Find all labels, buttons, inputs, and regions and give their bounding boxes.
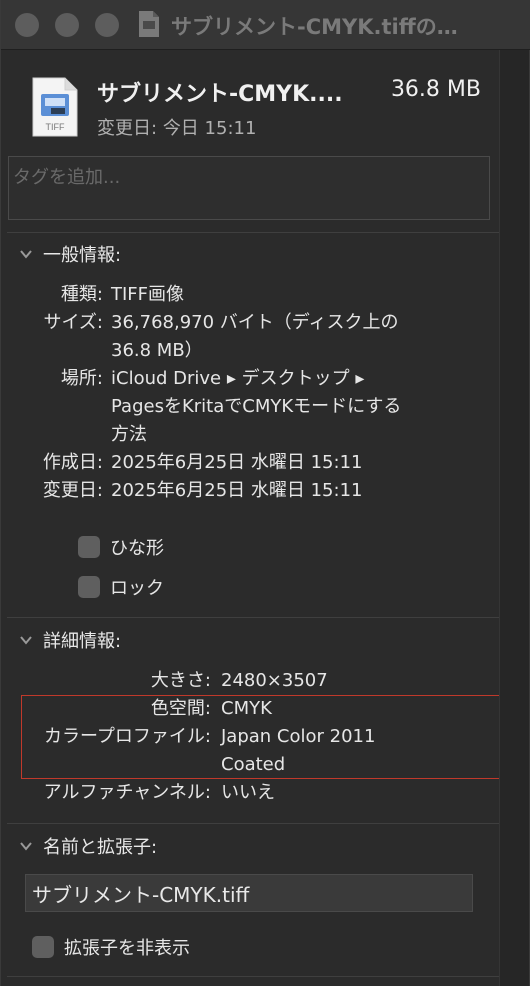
file-name-input-value: サブリメント-CMYK.tiff (32, 883, 250, 907)
header-modified-label: 変更日: (97, 118, 158, 139)
where-label: 場所: (60, 368, 103, 389)
general-section-title: 一般情報: (43, 245, 122, 266)
dimensions-label: 大きさ: (150, 670, 211, 691)
size-label: サイズ: (43, 312, 103, 333)
chevron-down-icon (20, 636, 32, 645)
general-section-toggle[interactable]: 一般情報: (19, 241, 121, 267)
minimize-window-button[interactable] (55, 13, 79, 37)
tags-input[interactable]: タグを追加... (8, 156, 490, 220)
stationery-checkbox[interactable] (78, 536, 100, 558)
kind-value: TIFF画像 (111, 284, 185, 305)
info-window: サブリメント-CMYK.tiffの… TIFF サブリメント-CMYK.... … (0, 0, 530, 986)
zoom-window-button[interactable] (95, 13, 119, 37)
title-bar[interactable]: サブリメント-CMYK.tiffの… (1, 0, 530, 50)
divider (7, 976, 499, 977)
alpha-value: いいえ (221, 782, 275, 803)
name-ext-section-toggle[interactable]: 名前と拡張子: (19, 833, 157, 859)
where-value-line1: iCloud Drive ▸ デスクトップ ▸ (111, 368, 365, 389)
hide-extension-checkbox-row[interactable]: 拡張子を非表示 (32, 934, 190, 960)
more-info-section-title: 詳細情報: (43, 631, 122, 652)
modified-label: 変更日: (42, 480, 103, 501)
name-ext-section-title: 名前と拡張子: (43, 837, 158, 858)
hide-extension-checkbox[interactable] (32, 936, 54, 958)
where-value-line3: 方法 (111, 424, 147, 445)
file-name-input[interactable]: サブリメント-CMYK.tiff (25, 874, 473, 912)
locked-checkbox[interactable] (78, 576, 100, 598)
divider (7, 617, 499, 618)
size-value-line2: 36.8 MB） (111, 340, 203, 361)
modified-value: 2025年6月25日 水曜日 15:11 (111, 480, 363, 501)
header-modified: 変更日: 今日 15:11 (97, 114, 256, 140)
where-value-line2: PagesをKritaでCMYKモードにする (111, 396, 402, 417)
file-size-heading: 36.8 MB (390, 77, 481, 102)
chevron-down-icon (20, 250, 32, 259)
tiff-file-icon: TIFF (32, 77, 78, 137)
kind-label: 種類: (60, 284, 103, 305)
window-title: サブリメント-CMYK.tiffの… (171, 15, 458, 39)
alpha-label: アルファチャンネル: (43, 782, 211, 803)
tiff-icon-caption: TIFF (46, 122, 65, 132)
locked-label: ロック (110, 578, 164, 599)
file-name-heading: サブリメント-CMYK.... (97, 82, 343, 107)
more-info-section-toggle[interactable]: 詳細情報: (19, 627, 121, 653)
document-proxy-icon[interactable] (138, 10, 160, 38)
created-label: 作成日: (42, 452, 103, 473)
divider (7, 823, 499, 824)
locked-checkbox-row[interactable]: ロック (78, 574, 164, 600)
dimensions-value: 2480×3507 (221, 670, 328, 691)
divider (7, 232, 499, 233)
color-info-highlight-box (21, 695, 509, 779)
hide-extension-label: 拡張子を非表示 (64, 938, 190, 959)
stationery-checkbox-row[interactable]: ひな形 (78, 534, 164, 560)
size-value-line1: 36,768,970 バイト（ディスク上の (111, 312, 399, 333)
created-value: 2025年6月25日 水曜日 15:11 (111, 452, 363, 473)
stationery-label: ひな形 (110, 538, 164, 559)
close-window-button[interactable] (15, 13, 39, 37)
chevron-down-icon (20, 842, 32, 851)
vertical-scrollbar[interactable] (499, 50, 529, 986)
tags-placeholder: タグを追加... (13, 167, 121, 188)
header-modified-value: 今日 15:11 (162, 118, 257, 139)
